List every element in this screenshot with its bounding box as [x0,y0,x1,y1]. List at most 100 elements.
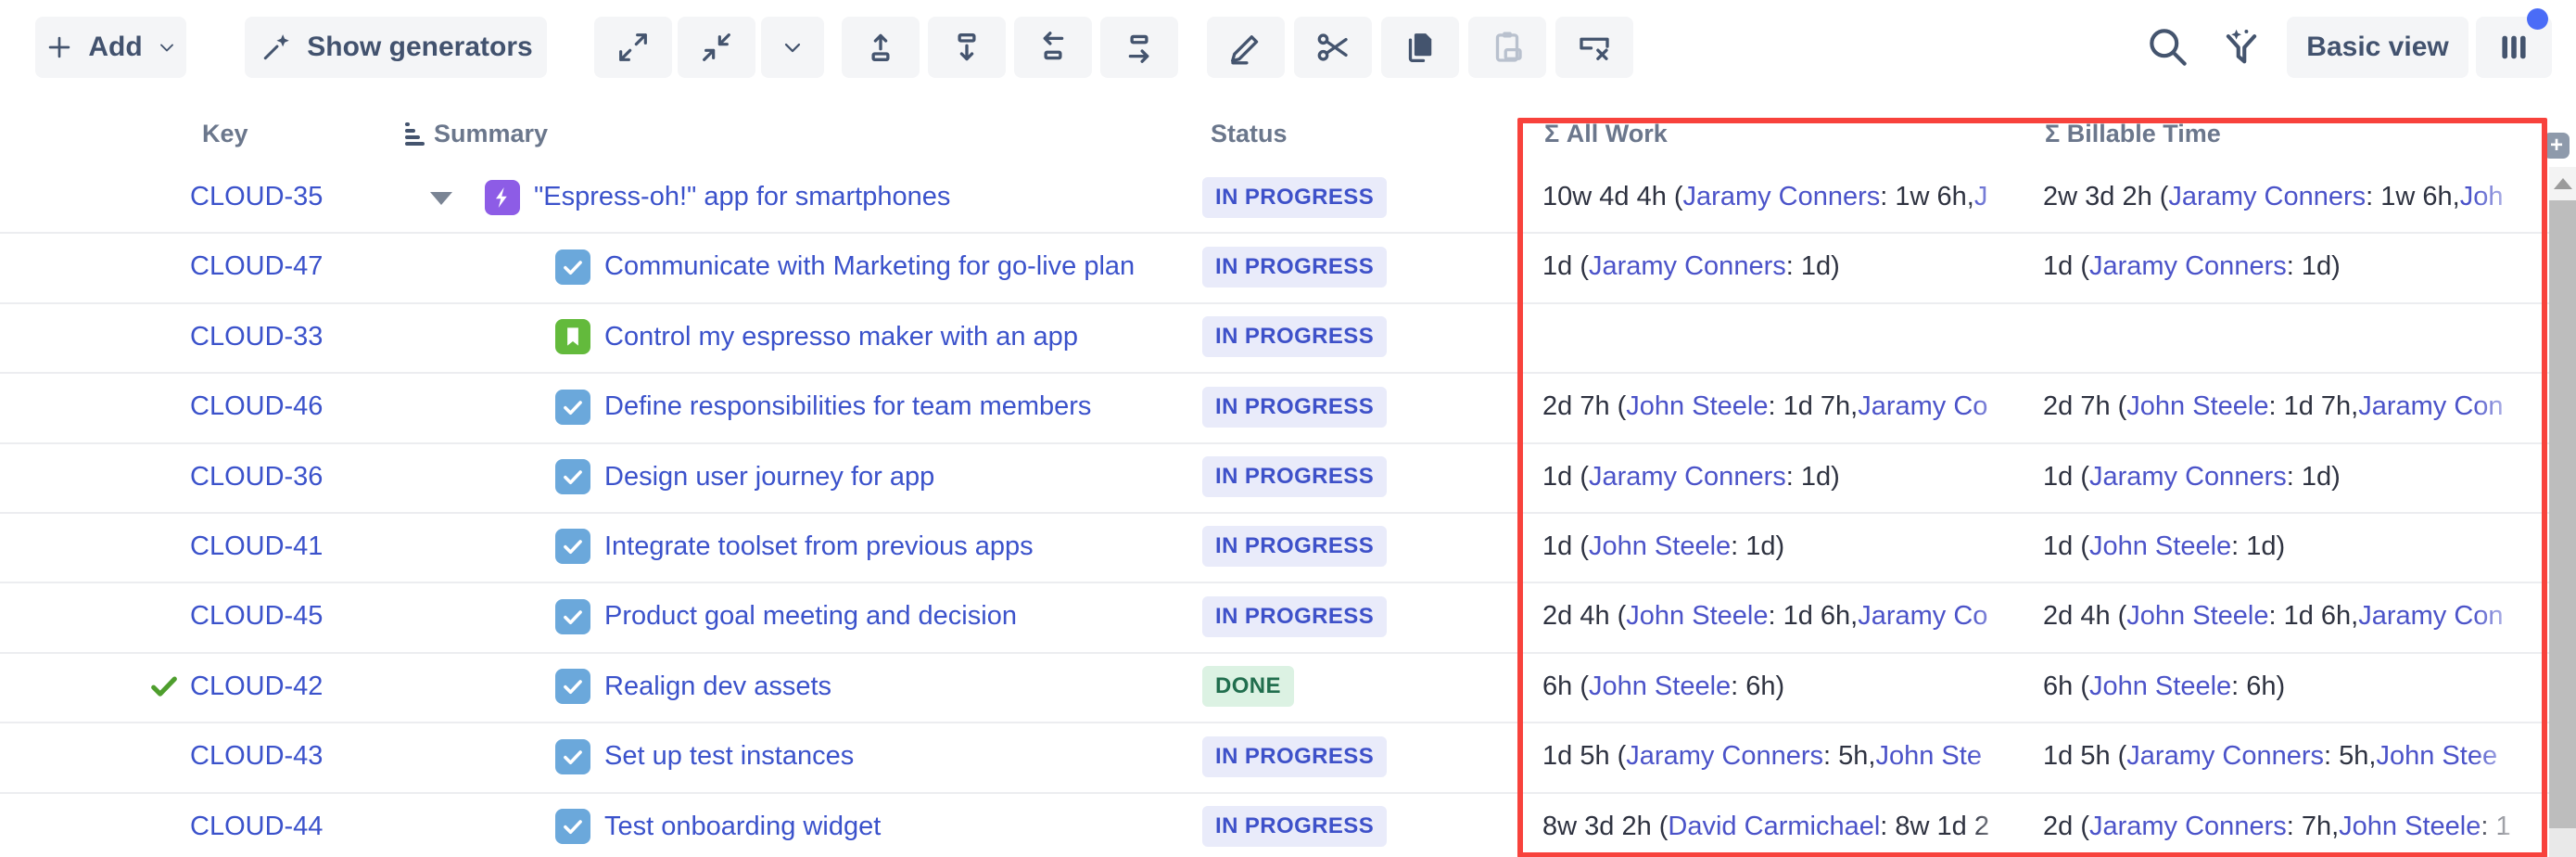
table-row[interactable]: CLOUD-42 Realign dev assets DONE 6h (Joh… [0,654,2576,723]
user-link[interactable]: Jaramy Conners [1683,182,1881,212]
user-link[interactable]: Jaramy Conners [1589,251,1786,282]
issue-key-link[interactable]: CLOUD-46 [190,374,408,440]
issue-key-link[interactable]: CLOUD-45 [190,583,408,649]
resolved-check-icon [137,723,191,789]
issue-key-link[interactable]: CLOUD-33 [190,304,408,370]
expand-all-button[interactable] [594,17,672,78]
transformations-button[interactable] [2217,22,2265,73]
summary-link[interactable]: Design user journey for app [604,462,934,492]
user-link[interactable]: John Steele [2089,672,2231,702]
summary-link[interactable]: Realign dev assets [604,672,831,702]
user-link[interactable]: John Stee [2376,741,2497,772]
summary-link[interactable]: Test onboarding widget [604,812,881,842]
summary-link[interactable]: Control my espresso maker with an app [604,322,1078,352]
user-link[interactable]: John Steele [2089,531,2231,562]
user-link[interactable]: Jaramy Conners [1626,741,1823,772]
scrollbar-thumb[interactable] [2549,200,2576,828]
table-row[interactable]: CLOUD-35 "Espress-oh!" app for smartphon… [0,164,2576,234]
column-header-key[interactable]: Key [202,104,248,164]
user-link[interactable]: David Carmichael [1668,812,1880,842]
move-group [842,17,1178,78]
search-icon [2143,22,2191,70]
scroll-up-arrow-icon[interactable] [2554,178,2572,189]
show-generators-button[interactable]: Show generators [245,17,547,78]
cut-button[interactable] [1294,17,1372,78]
user-link[interactable]: John Steele [2339,812,2481,842]
duration-text: 6h ( [2043,672,2089,702]
duration-text: : 7h, [2287,812,2339,842]
user-link[interactable]: Jaramy Conners [2126,741,2324,772]
table-row[interactable]: CLOUD-36 Design user journey for app IN … [0,444,2576,514]
summary-link[interactable]: "Espress-oh!" app for smartphones [534,182,950,212]
user-link[interactable]: John Steele [2126,391,2268,422]
status-badge: IN PROGRESS [1202,456,1387,497]
user-link[interactable]: Jaramy Conners [2089,812,2287,842]
issue-key-link[interactable]: CLOUD-36 [190,444,408,510]
table-row[interactable]: CLOUD-47 Communicate with Marketing for … [0,234,2576,303]
user-link[interactable]: John Steele [1626,391,1768,422]
collapse-all-button[interactable] [678,17,755,78]
status-badge: IN PROGRESS [1202,596,1387,637]
user-link[interactable]: Jaramy Conners [2089,462,2287,492]
status-cell: IN PROGRESS [1202,234,1387,300]
issue-key-link[interactable]: CLOUD-35 [190,164,408,230]
billable-time-cell: 1d 5h (Jaramy Conners: 5h, John Stee [2043,723,2529,789]
user-link[interactable]: John Steele [1626,601,1768,632]
add-button[interactable]: Add [35,17,186,78]
user-link[interactable]: John Steele [1589,531,1731,562]
duration-text: : 1d) [2287,462,2341,492]
table-row[interactable]: CLOUD-44 Test onboarding widget IN PROGR… [0,794,2576,857]
column-header-status[interactable]: Status [1211,104,1288,164]
view-selector-button[interactable]: Basic view [2287,17,2468,78]
column-header-all-work[interactable]: Σ All Work [1544,104,1668,164]
column-header-summary[interactable]: Summary [434,104,548,164]
move-down-button[interactable] [928,17,1006,78]
user-link[interactable]: John Steele [2126,601,2268,632]
issue-key-link[interactable]: CLOUD-44 [190,794,408,857]
table-row[interactable]: CLOUD-45 Product goal meeting and decisi… [0,583,2576,653]
status-cell: IN PROGRESS [1202,164,1387,230]
paste-button[interactable] [1468,17,1546,78]
column-header-billable-time[interactable]: Σ Billable Time [2045,104,2221,164]
copy-button[interactable] [1381,17,1459,78]
user-link[interactable]: Jaramy Con [2358,601,2503,632]
collapse-triangle-icon[interactable] [430,192,452,205]
outdent-button[interactable] [1014,17,1092,78]
expand-level-menu-button[interactable] [761,17,824,78]
user-link[interactable]: Jaramy Conners [2168,182,2366,212]
issue-key-link[interactable]: CLOUD-41 [190,514,408,580]
move-up-button[interactable] [842,17,920,78]
summary-link[interactable]: Set up test instances [604,741,854,772]
user-link[interactable]: Joh [2460,182,2504,212]
remove-button[interactable] [1555,17,1633,78]
user-link[interactable]: J [1974,182,1988,212]
issue-key-link[interactable]: CLOUD-43 [190,723,408,789]
duration-text: 1d ( [2043,531,2089,562]
scrollbar-track[interactable] [2549,828,2576,857]
indent-button[interactable] [1100,17,1178,78]
summary-link[interactable]: Product goal meeting and decision [604,601,1017,632]
user-link[interactable]: John Ste [1875,741,1981,772]
status-cell: IN PROGRESS [1202,514,1387,580]
issue-key-link[interactable]: CLOUD-47 [190,234,408,300]
summary-link[interactable]: Define responsibilities for team members [604,391,1091,422]
summary-link[interactable]: Communicate with Marketing for go-live p… [604,251,1135,282]
table-row[interactable]: CLOUD-43 Set up test instances IN PROGRE… [0,723,2576,793]
duration-text: : 1d 6h, [1768,601,1858,632]
bar-arrow-down-icon [947,28,986,67]
user-link[interactable]: John Steele [1589,672,1731,702]
search-button[interactable] [2143,22,2191,73]
issue-key-link[interactable]: CLOUD-42 [190,654,408,720]
vertical-scrollbar[interactable] [2549,167,2576,857]
table-row[interactable]: CLOUD-46 Define responsibilities for tea… [0,374,2576,443]
user-link[interactable]: Jaramy Con [2358,391,2503,422]
table-row[interactable]: CLOUD-41 Integrate toolset from previous… [0,514,2576,583]
table-row[interactable]: CLOUD-33 Control my espresso maker with … [0,304,2576,374]
user-link[interactable]: Jaramy Conners [2089,251,2287,282]
user-link[interactable]: Jaramy Co [1858,601,1987,632]
edit-button[interactable] [1207,17,1285,78]
add-column-button[interactable]: + [2544,133,2570,159]
user-link[interactable]: Jaramy Co [1858,391,1987,422]
summary-link[interactable]: Integrate toolset from previous apps [604,531,1034,562]
user-link[interactable]: Jaramy Conners [1589,462,1786,492]
